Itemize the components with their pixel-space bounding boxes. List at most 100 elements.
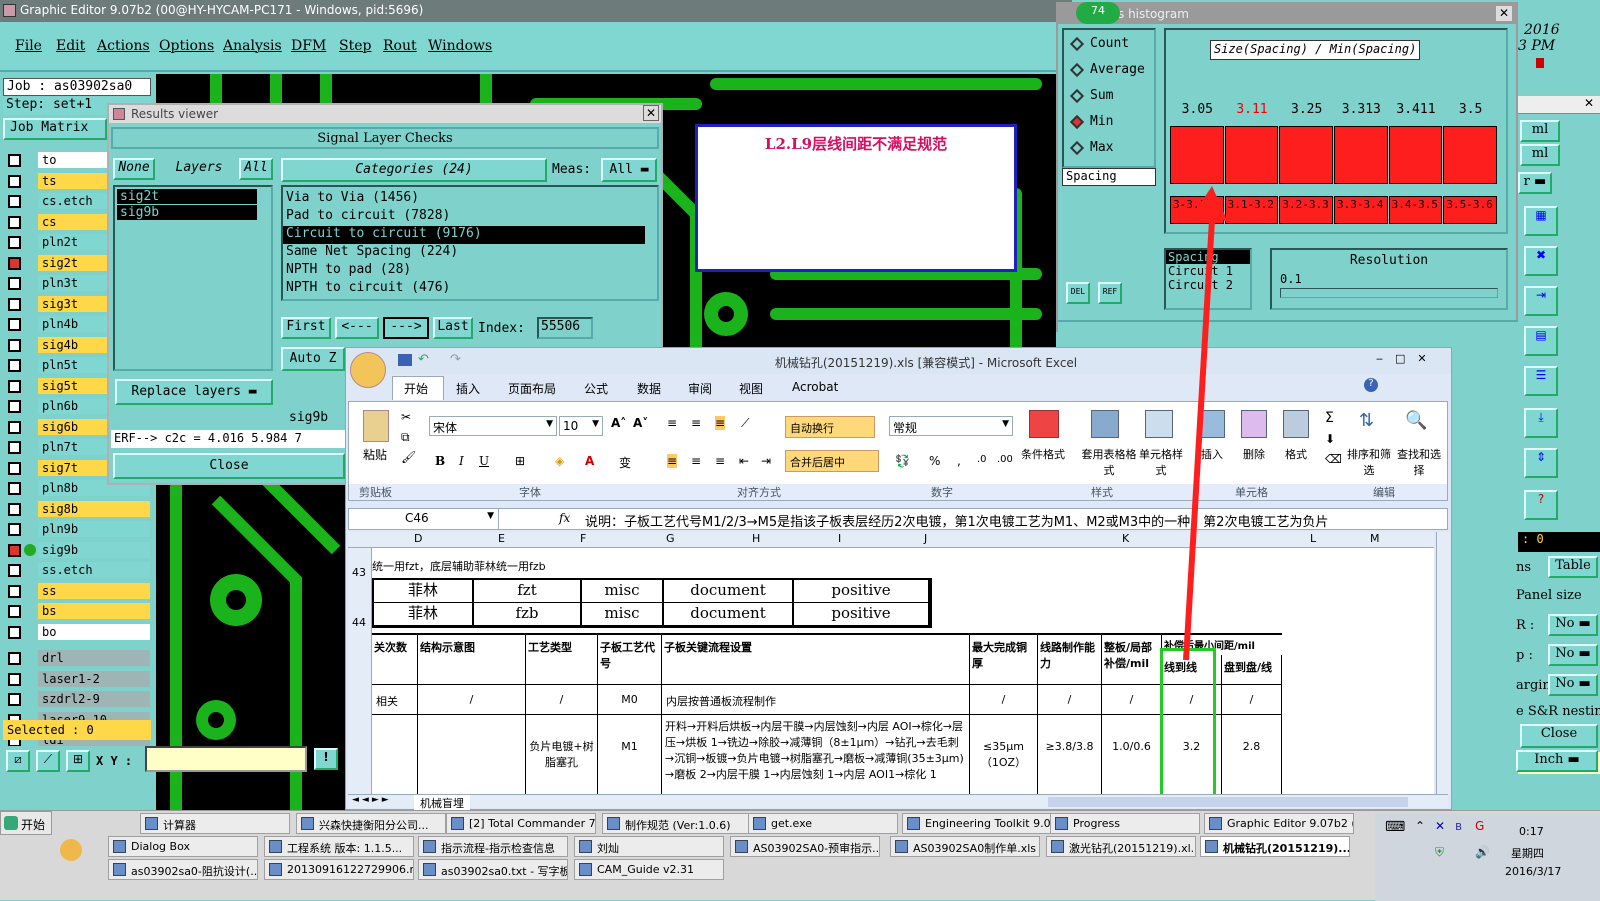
tab-home[interactable]: 开始 bbox=[404, 380, 428, 397]
tray-up-icon[interactable]: ⌃ bbox=[1415, 819, 1425, 833]
orientation-icon[interactable]: ⟋ bbox=[741, 416, 749, 431]
tab-insert[interactable]: 插入 bbox=[456, 380, 480, 397]
layer-checkbox-sig6b[interactable] bbox=[8, 420, 21, 434]
layer-checkbox-drl[interactable] bbox=[8, 652, 21, 665]
layer-row-sig8b[interactable]: sig8b bbox=[8, 500, 150, 518]
xy-input[interactable] bbox=[145, 746, 307, 772]
taskbar-button[interactable]: get.exe bbox=[748, 813, 898, 834]
taskbar-button[interactable]: 工程系统 版本: 1.1.5... bbox=[264, 836, 414, 857]
font-size-select[interactable]: 10 ▼ bbox=[559, 416, 603, 436]
histogram-bar[interactable] bbox=[1279, 126, 1333, 184]
inch-select[interactable]: Inch ▬ bbox=[1516, 750, 1598, 772]
col-D[interactable]: D bbox=[414, 532, 422, 545]
col-H[interactable]: H bbox=[752, 532, 760, 545]
close-icon[interactable]: ✕ bbox=[1584, 96, 1594, 110]
taskbar-button[interactable]: CAM_Guide v2.31 bbox=[574, 859, 724, 880]
layer-checkbox-to[interactable] bbox=[8, 154, 21, 167]
bluetooth-icon[interactable]: ʙ bbox=[1455, 819, 1462, 833]
layer-row-szdrl2-9[interactable]: szdrl2-9 bbox=[8, 691, 150, 708]
layer-checkbox-sig2t[interactable] bbox=[8, 256, 21, 270]
font-color-icon[interactable]: A bbox=[585, 454, 594, 468]
layer-checkbox-laser1-2[interactable] bbox=[8, 672, 21, 686]
menu-edit[interactable]: Edit bbox=[56, 38, 85, 54]
taskbar-button[interactable]: Progress bbox=[1050, 813, 1200, 834]
layer-label-sig8b[interactable]: sig8b bbox=[38, 500, 150, 517]
menu-options[interactable]: Options bbox=[159, 38, 214, 54]
underline-icon[interactable]: U bbox=[479, 454, 489, 468]
shrink-font-icon[interactable]: A˅ bbox=[633, 416, 648, 430]
layer-checkbox-sig8b[interactable] bbox=[8, 502, 21, 516]
fx-icon[interactable]: fx bbox=[559, 511, 570, 525]
layer-checkbox-bs[interactable] bbox=[8, 605, 21, 618]
redo-icon[interactable]: ↷ bbox=[450, 352, 461, 367]
close-icon[interactable]: ✕ bbox=[643, 105, 659, 121]
last-button[interactable]: Last bbox=[433, 317, 473, 339]
start-button[interactable]: 开始 bbox=[0, 811, 52, 835]
taskbar-button[interactable]: 激光钻孔(20151219).xl... bbox=[1046, 836, 1196, 857]
sheet-nav-icons[interactable]: ◄◄►► bbox=[352, 795, 392, 805]
layer-checkbox-sig9b[interactable] bbox=[8, 543, 21, 557]
tab-acrobat[interactable]: Acrobat bbox=[792, 380, 838, 394]
option-average[interactable]: Average bbox=[1064, 56, 1154, 82]
radio-diamond-icon[interactable] bbox=[1069, 62, 1085, 78]
split-icon[interactable]: ⇕ bbox=[1524, 448, 1558, 478]
none-button[interactable]: None bbox=[113, 158, 155, 180]
quicklaunch-icon[interactable] bbox=[60, 839, 82, 861]
layer-row-drl[interactable]: drl bbox=[8, 650, 150, 667]
histogram-bar[interactable] bbox=[1443, 126, 1497, 184]
layer-checkbox-pln6b[interactable] bbox=[8, 400, 21, 413]
layers-listbox[interactable]: sig2t sig9b bbox=[113, 185, 273, 371]
layer-checkbox-szdrl2-9[interactable] bbox=[8, 693, 21, 706]
layer-checkbox-pln9b[interactable] bbox=[8, 523, 21, 536]
comma-icon[interactable]: , bbox=[957, 454, 961, 468]
increase-indent-icon[interactable]: ⇥ bbox=[761, 454, 771, 468]
grid-icon[interactable]: ⊞ bbox=[66, 750, 90, 772]
grow-font-icon[interactable]: A˄ bbox=[611, 416, 626, 430]
radio-diamond-icon[interactable] bbox=[1069, 140, 1085, 156]
grid-view-icon[interactable]: ▦ bbox=[1524, 206, 1558, 236]
tab-page-layout[interactable]: 页面布局 bbox=[508, 380, 556, 397]
layer-label-ss.etch[interactable]: ss.etch bbox=[38, 562, 150, 578]
taskbar-button[interactable]: 制作规范 (Ver:1.0.6) bbox=[602, 813, 752, 834]
categories-listbox[interactable]: Via to Via (1456) Pad to circuit (7828) Ci… bbox=[281, 185, 659, 301]
align-left-icon[interactable]: ≡ bbox=[667, 454, 678, 468]
vertical-scrollbar[interactable] bbox=[1436, 532, 1450, 794]
no-select-1[interactable]: No ▬ bbox=[1548, 614, 1598, 636]
layer-checkbox-cs.etch[interactable] bbox=[8, 195, 21, 208]
currency-icon[interactable]: 💱 bbox=[895, 454, 910, 468]
autosum-icon[interactable]: Σ bbox=[1325, 410, 1334, 426]
category-item[interactable]: Same Net Spacing (224) bbox=[283, 244, 645, 262]
increase-decimal-icon[interactable]: .0 bbox=[977, 454, 987, 465]
tray-x-icon[interactable]: ✕ bbox=[1435, 819, 1445, 833]
taskbar-button[interactable]: AS03902SA0制作单.xls ... bbox=[890, 836, 1040, 857]
formula-content[interactable]: 说明：子板工艺代号M1/2/3→M5是指该子板表层经历2次电镀，第1次电镀工艺为… bbox=[585, 511, 1437, 530]
category-item[interactable]: Circuit to circuit (9176) bbox=[283, 226, 645, 244]
layer-item-sig9b[interactable]: sig9b bbox=[117, 205, 257, 220]
ml-button-1[interactable]: ml bbox=[1520, 120, 1560, 142]
layout-icon[interactable]: ▤ bbox=[1524, 326, 1558, 356]
decrease-indent-icon[interactable]: ⇤ bbox=[739, 454, 749, 468]
taskbar-button[interactable]: 兴森快捷衡阳分公司... bbox=[296, 813, 446, 834]
layer-checkbox-pln3t[interactable] bbox=[8, 277, 21, 290]
layer-checkbox-cs[interactable] bbox=[8, 215, 21, 229]
down-arrow-icon[interactable]: ⤓ bbox=[1524, 408, 1558, 438]
menu-rout[interactable]: Rout bbox=[383, 38, 417, 54]
prev-button[interactable]: <--- bbox=[335, 317, 379, 339]
border-icon[interactable]: ⊞ bbox=[515, 454, 525, 468]
layer-checkbox-sig4b[interactable] bbox=[8, 338, 21, 352]
layer-checkbox-pln5t[interactable] bbox=[8, 359, 21, 372]
close-button[interactable]: Close bbox=[113, 453, 345, 479]
layer-checkbox-pln8b[interactable] bbox=[8, 482, 21, 495]
layer-label-szdrl2-9[interactable]: szdrl2-9 bbox=[38, 691, 150, 707]
layer-label-sig9b[interactable]: sig9b bbox=[24, 541, 150, 558]
layer-row-pln9b[interactable]: pln9b bbox=[8, 521, 150, 538]
tab-formulas[interactable]: 公式 bbox=[584, 380, 608, 397]
delete-cells-icon[interactable] bbox=[1241, 410, 1267, 438]
job-matrix-button[interactable]: Job Matrix bbox=[3, 118, 107, 140]
export-icon[interactable]: ⇥ bbox=[1524, 286, 1558, 316]
layer-checkbox-bo[interactable] bbox=[8, 625, 21, 639]
layer-checkbox-sig5t[interactable] bbox=[8, 379, 21, 393]
layer-row-ss.etch[interactable]: ss.etch bbox=[8, 562, 150, 579]
menu-file[interactable]: File bbox=[15, 38, 42, 54]
close-button-right[interactable]: Close bbox=[1520, 724, 1598, 748]
